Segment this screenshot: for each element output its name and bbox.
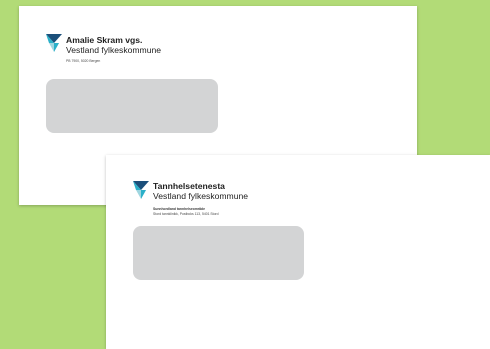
vestland-fylkeskommune-logo-icon <box>133 181 149 199</box>
org-subtitle: Vestland fylkeskommune <box>153 191 249 201</box>
sender-address-line-2: Stord tannklinikk, Postboks 113, 5401 St… <box>153 212 219 216</box>
org-name: Amalie Skram vgs. <box>66 35 143 45</box>
address-window <box>46 79 218 133</box>
sender-address-line-1: Sunnhordland tannhelseområde <box>153 207 205 211</box>
org-name: Tannhelsetenesta <box>153 181 225 191</box>
org-subtitle: Vestland fylkeskommune <box>66 45 162 55</box>
envelope-front: Tannhelsetenesta Vestland fylkeskommune … <box>106 155 490 349</box>
address-window <box>133 226 304 280</box>
sender-address: PB 7900, 5020 Bergen <box>66 59 101 63</box>
vestland-fylkeskommune-logo-icon <box>46 34 62 52</box>
